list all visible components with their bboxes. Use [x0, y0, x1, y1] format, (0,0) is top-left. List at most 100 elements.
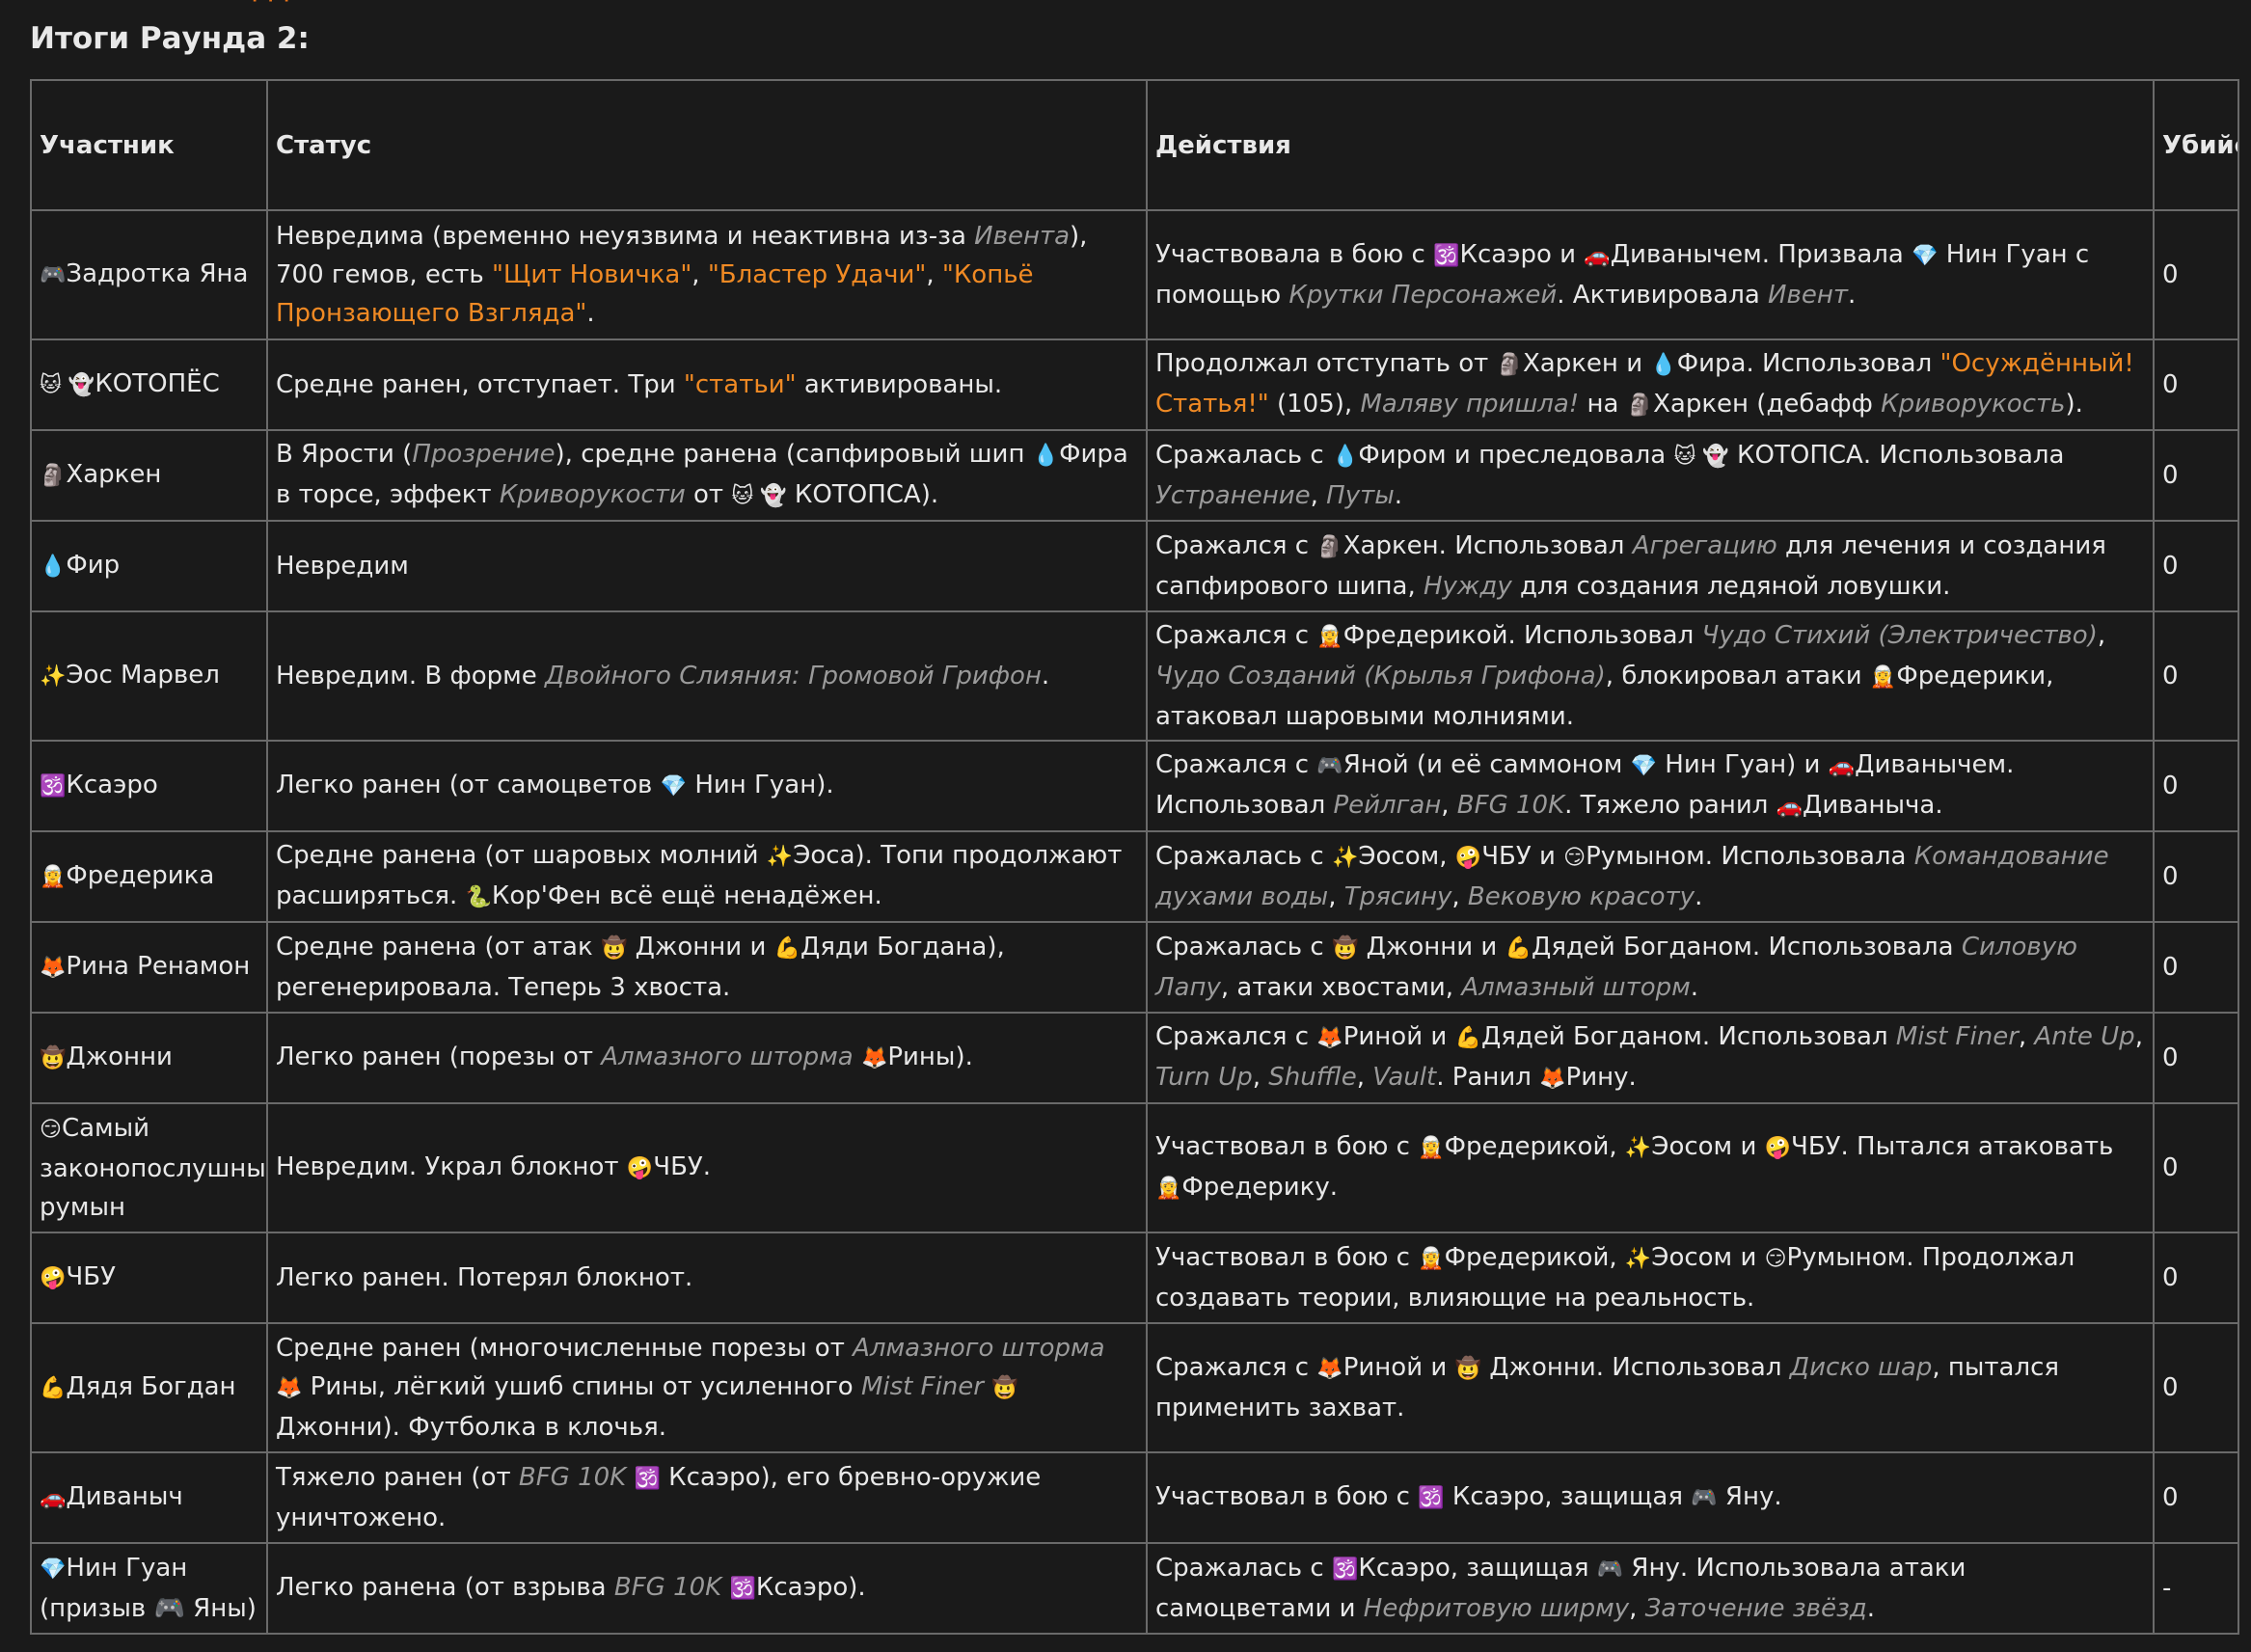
actions-emoji-icon: 🦊: [1316, 1026, 1343, 1050]
actions-text: Эосом и: [1651, 1243, 1765, 1272]
status-text: Невредим. В форме: [276, 662, 546, 691]
participant-name: Диваныч: [66, 1482, 183, 1511]
table-row: 🦊Рина Ренамон Средне ранена (от атак 🤠 Дж…: [30, 921, 2239, 1014]
status-emoji-icon: 🐍: [465, 885, 492, 909]
participant-name: ЧБУ: [66, 1262, 116, 1291]
actions-emoji-icon: ✨: [1624, 1247, 1652, 1271]
status-cell: Легко ранен (порезы от Алмазного шторма …: [266, 1012, 1148, 1104]
status-text: Джонни и: [627, 933, 774, 961]
actions-text: Джонни и: [1358, 933, 1505, 961]
status-emoji-icon: 🕉️: [729, 1577, 756, 1601]
status-emoji-icon: 🤠: [991, 1376, 1018, 1400]
actions-text: Диванычем. Призвала: [1610, 240, 1912, 269]
actions-cell: Сражался с 🧝Фредерикой. Использовал Чудо…: [1146, 610, 2155, 742]
status-text: .: [586, 299, 595, 328]
actions-text: Фира. Использовал: [1676, 349, 1940, 378]
actions-emoji-icon: 🤠: [1331, 936, 1359, 961]
actions-text: ,: [2097, 621, 2106, 650]
actions-text: Джонни. Использовал: [1480, 1353, 1790, 1382]
status-text: Средне ранена (от шаровых молний: [276, 841, 767, 870]
participant-name: Рина Ренамон: [66, 952, 251, 981]
participant-name: Дядя Богдан: [66, 1372, 236, 1401]
status-text: КОТОПСА).: [786, 480, 939, 509]
participant-name: Задротка Яна: [66, 259, 249, 288]
participant-emoji-icon: 💧: [40, 555, 67, 579]
actions-text: Харкен (дебафф: [1653, 390, 1882, 419]
participant-cell: 🤠Джонни: [30, 1012, 268, 1104]
actions-text: Сражался с: [1155, 1353, 1317, 1382]
status-cell: Средне ранена (от атак 🤠 Джонни и 💪Дяди …: [266, 921, 1148, 1014]
round-results-table: Участник Статус Действия Убийства 🎮Задро…: [30, 79, 2239, 1635]
actions-emoji-icon: 🧝: [1418, 1136, 1445, 1160]
actions-emoji-icon: ✨: [1331, 846, 1359, 870]
actions-text: (105),: [1268, 390, 1361, 419]
status-cell: Невредима (временно неуязвима и неактивн…: [266, 209, 1148, 340]
actions-text: Turn Up: [1155, 1063, 1253, 1092]
actions-emoji-icon: 😏: [1563, 846, 1587, 870]
actions-text: Фредерикой. Использовал: [1342, 621, 1702, 650]
actions-emoji-icon: 🕉️: [1418, 1486, 1445, 1510]
actions-text: Чудо Созданий (Крылья Грифона): [1155, 662, 1606, 691]
status-text: Двойного Слияния: Громовой Грифон: [545, 662, 1042, 691]
status-cell: Средне ранена (от шаровых молний ✨Эоса).…: [266, 830, 1148, 923]
actions-text: Фиром и преследовала: [1358, 441, 1674, 470]
participant-name: Фредерика: [66, 861, 215, 890]
participant-cell: 🕉️Ксаэро: [30, 740, 268, 832]
table-row: 🧝Фредерика Средне ранена (от шаровых молн…: [30, 830, 2239, 923]
actions-emoji-icon: 🧝: [1155, 1177, 1182, 1201]
actions-text: Участвовала в бою с: [1155, 240, 1434, 269]
actions-emoji-icon: 🚗: [1584, 244, 1611, 268]
column-header-status: Статус: [266, 79, 1148, 211]
actions-text: ,: [1252, 1063, 1269, 1092]
participant-cell: 💎Нин Гуан (призыв 🎮 Яны): [30, 1542, 268, 1635]
status-text: Невредим: [276, 552, 409, 581]
actions-emoji-icon: 🧝: [1869, 665, 1897, 690]
kills-cell: 0: [2153, 830, 2239, 923]
status-text: Алмазного шторма: [601, 1043, 854, 1071]
status-text: "Бластер Удачи": [707, 260, 927, 289]
status-text: [626, 1463, 634, 1492]
actions-text: Маляву пришла!: [1360, 390, 1580, 419]
actions-text: Риной и: [1342, 1353, 1455, 1382]
status-text: Прозрение: [412, 440, 556, 469]
status-text: Ксаэро).: [755, 1573, 866, 1602]
participant-cell: 🐱 👻КОТОПЁС: [30, 339, 268, 431]
participant-emoji-icon: 🎮: [40, 263, 67, 287]
actions-text: BFG 10K: [1456, 791, 1565, 820]
kills-cell: 0: [2153, 209, 2239, 340]
status-text: Средне ранена (от атак: [276, 933, 601, 961]
participant-cell: 😏Самый законопослушный румын: [30, 1102, 268, 1233]
participant-cell: 🦊Рина Ренамон: [30, 921, 268, 1014]
actions-cell: Сражался с 🦊Риной и 💪Дядей Богданом. Исп…: [1146, 1012, 2155, 1104]
actions-text: Дядей Богданом. Использовал: [1480, 1022, 1896, 1051]
participant-name: Фир: [66, 551, 121, 580]
kills-cell: 0: [2153, 1012, 2239, 1104]
participant-emoji-icon: 🤪: [40, 1266, 67, 1290]
actions-text: Shuffle: [1268, 1063, 1357, 1092]
status-text: Рины, лёгкий ушиб спины от усиленного: [302, 1372, 861, 1401]
actions-text: .: [1394, 481, 1403, 510]
actions-text: .: [1866, 1594, 1876, 1623]
actions-emoji-icon: 🦊: [1539, 1067, 1566, 1091]
status-text: Кор'Фен всё ещё ненадёжен.: [491, 881, 882, 910]
status-emoji-icon: 💪: [773, 936, 801, 961]
status-text: Рины).: [887, 1043, 973, 1071]
participant-name: Самый законопослушный румын: [40, 1114, 267, 1222]
actions-cell: Участвовал в бою с 🧝Фредерикой, ✨Эосом и…: [1146, 1232, 2155, 1324]
actions-text: Агрегацию: [1632, 531, 1777, 560]
actions-emoji-icon: 🎮: [1596, 1557, 1624, 1582]
actions-cell: Продолжал отступать от 🗿Харкен и 💧Фира. …: [1146, 339, 2155, 431]
actions-text: Нефритовую ширму: [1363, 1594, 1630, 1623]
participant-name: Харкен: [66, 460, 162, 489]
status-text: [984, 1372, 991, 1401]
actions-text: Харкен. Использовал: [1342, 531, 1633, 560]
actions-text: Алмазный шторм: [1461, 973, 1691, 1002]
table-header-row: Участник Статус Действия Убийства: [30, 79, 2239, 211]
actions-text: Сражалась с: [1155, 842, 1332, 871]
actions-text: для создания ледяной ловушки.: [1511, 572, 1951, 601]
status-text: Легко ранен (от самоцветов: [276, 771, 661, 799]
actions-text: Криворукость: [1881, 390, 2066, 419]
actions-emoji-icon: 🎮: [1691, 1486, 1718, 1510]
participant-cell: 🎮Задротка Яна: [30, 209, 268, 340]
actions-text: Яну.: [1717, 1482, 1782, 1511]
